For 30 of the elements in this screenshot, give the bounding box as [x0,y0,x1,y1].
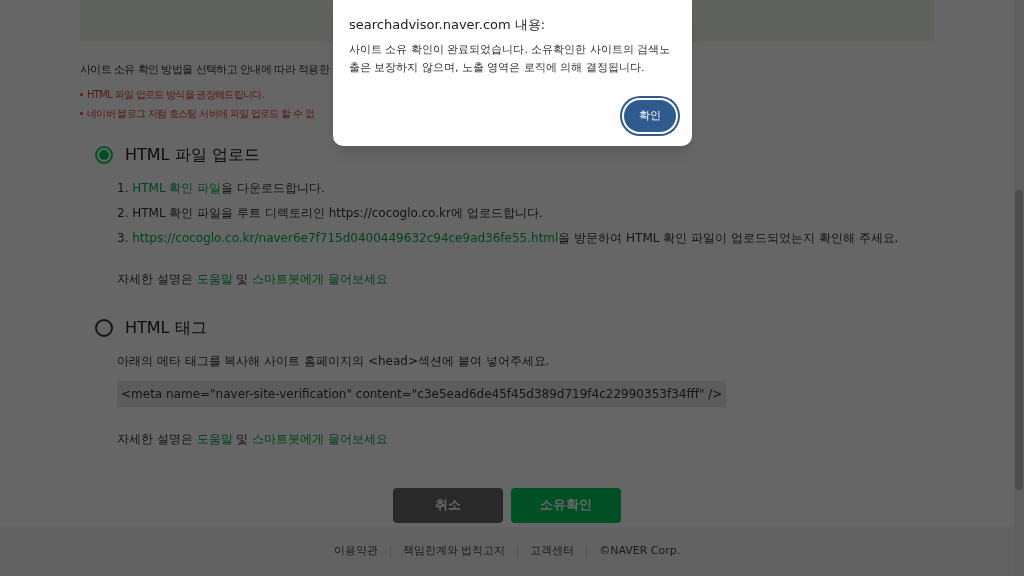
link[interactable]: 스마트봇에게 물어보세요 [252,271,389,286]
link[interactable]: 스마트봇에게 물어보세요 [252,431,389,446]
step-text: 3. https://cocoglo.co.kr/naver6e7f715d0400449632c94ce9ad36fe55.html을 방문하여 HTML 확인 파일이 업로드되었는지 확인해 주세요. [117,229,900,247]
code-box: <meta name="naver-site-verification" content="c3e5ead6de45f45d389d719f4c22990353f34fff" /> [117,380,727,407]
method-title: HTML 태그 [125,316,207,339]
intro-text: 사이트 소유 확인 방법을 선택하고 안내에 따라 적용한 [80,62,330,78]
link[interactable]: HTML 확인 파일 [132,180,222,195]
method-title: HTML 파일 업로드 [125,143,260,166]
description-text: 아래의 메타 태그를 복사해 사이트 홈페이지의 <head>섹션에 붙여 넣어주세요. [117,352,551,370]
radio-button[interactable] [95,145,113,164]
copyright-text: ©NAVER Corp. [599,543,681,560]
bullet-icon [80,111,83,115]
link[interactable]: https://cocoglo.co.kr/naver6e7f715d0400449632c94ce9ad36fe55.html [132,230,559,245]
bullet-icon [80,92,83,96]
help-text: 자세한 설명은 도움말 및 스마트봇에게 물어보세요 [117,430,390,448]
footer-link[interactable]: 책임한계와 법적고지 [402,543,506,560]
footer-link[interactable]: 이용약관 [333,543,378,560]
help-text: 자세한 설명은 도움말 및 스마트봇에게 물어보세요 [117,270,390,288]
footer-link[interactable]: 고객센터 [530,543,575,560]
dialog-message: 사이트 소유 확인이 완료되었습니다. 소유확인한 사이트의 검색노출은 보장하지 않으며, 노출 영역은 로직에 의해 결정됩니다. [349,41,672,76]
notice-text: HTML 파일 업로드 방식을 권장해드립니다. [87,87,264,102]
confirm-button[interactable]: 소유확인 [511,487,621,523]
notice-text: 네이버 블로그 처럼 호스팅 서버에 파일 업로드 할 수 없 [87,106,314,121]
step-text: 2. HTML 확인 파일을 루트 디렉토리인 https://cocoglo.co.kr에 업로드합니다. [117,204,544,222]
step-text: 1. HTML 확인 파일을 다운로드합니다. [117,179,326,197]
scrollbar[interactable] [1014,0,1024,576]
link[interactable]: 도움말 [196,431,233,446]
radio-button[interactable] [95,318,113,337]
dialog-title: searchadvisor.naver.com 내용: [349,16,547,34]
link[interactable]: 도움말 [196,271,233,286]
